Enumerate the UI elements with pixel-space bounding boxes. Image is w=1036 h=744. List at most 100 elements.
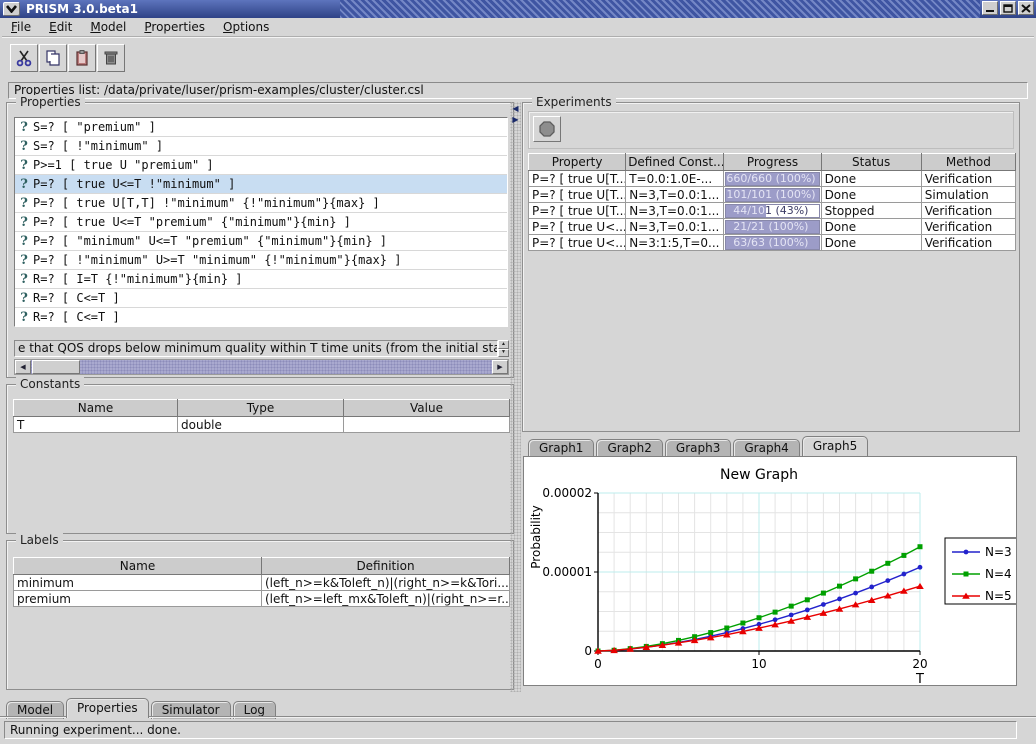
column-header[interactable]: Name (14, 400, 178, 417)
tab-graph3[interactable]: Graph3 (665, 439, 731, 457)
question-icon: ? (15, 120, 33, 135)
y-tick-label: 0.00002 (542, 486, 592, 500)
experiment-row[interactable]: P=? [ true U[T...N=3,T=0.0:1...44/101 (4… (529, 203, 1016, 219)
spinner-down-button[interactable]: ▼ (498, 349, 509, 358)
table-cell: T (14, 417, 178, 433)
property-comment[interactable]: e that QOS drops below minimum quality w… (14, 340, 498, 357)
labels-group: Labels NameDefinitionminimum(left_n>=k&T… (6, 540, 514, 690)
scrollbar-thumb[interactable] (32, 360, 80, 374)
property-list-item[interactable]: ?P>=1 [ true U "premium" ] (15, 156, 507, 175)
progress-cell: 63/63 (100%)63/63 (100%) (724, 235, 821, 251)
question-icon: ? (15, 272, 33, 287)
experiment-row[interactable]: P=? [ true U[T...T=0.0:1.0E-...660/660 (… (529, 171, 1016, 187)
menu-item-edit[interactable]: Edit (40, 19, 81, 35)
titlebar-stripes (340, 0, 980, 18)
horizontal-scrollbar[interactable]: ◀ ▶ (14, 359, 509, 375)
column-header[interactable]: Type (178, 400, 344, 417)
y-tick-label: 0.00001 (542, 565, 592, 579)
scroll-right-icon[interactable]: ▶ (492, 360, 508, 374)
properties-list[interactable]: ?S=? [ "premium" ]?S=? [ !"minimum" ]?P>… (14, 117, 508, 327)
column-header[interactable]: Defined Const... (626, 154, 724, 171)
progress-fill: 101/101 (100%) (726, 189, 818, 201)
method-cell: Verification (921, 219, 1015, 235)
property-list-item[interactable]: ?R=? [ I=T {!"minimum"}{min} ] (15, 270, 507, 289)
delete-button[interactable] (97, 44, 125, 72)
cut-button[interactable] (10, 44, 38, 72)
column-header[interactable]: Progress (724, 154, 821, 171)
tab-graph2[interactable]: Graph2 (596, 439, 662, 457)
progress-text: 21/21 (100%) (726, 221, 815, 233)
close-button[interactable] (1018, 1, 1034, 15)
maximize-button[interactable] (1000, 1, 1016, 15)
labels-table[interactable]: NameDefinitionminimum(left_n>=k&Toleft_n… (13, 557, 510, 607)
question-icon: ? (15, 253, 33, 268)
stop-experiment-button[interactable] (533, 116, 561, 142)
property-text: S=? [ "premium" ] (33, 120, 156, 134)
tab-properties[interactable]: Properties (66, 698, 149, 718)
comment-spinner: ▲ ▼ (498, 340, 509, 357)
menu-item-model[interactable]: Model (81, 19, 135, 35)
experiment-row[interactable]: P=? [ true U<...N=3:1:5,T=0...63/63 (100… (529, 235, 1016, 251)
constants-table[interactable]: NameTypeValueTdouble (13, 399, 510, 433)
view-tab-bar: ModelPropertiesSimulatorLog (6, 698, 278, 718)
column-header[interactable]: Definition (262, 558, 510, 575)
labels-group-title: Labels (16, 533, 63, 547)
experiment-row[interactable]: P=? [ true U<...N=3,T=0.0:1...21/21 (100… (529, 219, 1016, 235)
status-cell: Done (821, 171, 921, 187)
property-cell: P=? [ true U<... (529, 219, 626, 235)
property-cell: P=? [ true U[T... (529, 203, 626, 219)
table-row[interactable]: Tdouble (14, 417, 510, 433)
properties-group: Properties ?S=? [ "premium" ]?S=? [ !"mi… (6, 102, 514, 378)
table-row[interactable]: minimum(left_n>=k&Toleft_n)|(right_n>=k&… (14, 575, 510, 591)
progress-fill: 63/63 (100%) (726, 237, 818, 249)
spinner-up-button[interactable]: ▲ (498, 340, 509, 349)
property-text: R=? [ I=T {!"minimum"}{min} ] (33, 272, 243, 286)
status-cell: Done (821, 235, 921, 251)
property-list-item[interactable]: ?P=? [ "minimum" U<=T "premium" {"minimu… (15, 232, 507, 251)
property-list-item[interactable]: ?P=? [ true U<=T !"minimum" ] (15, 175, 507, 194)
property-list-item[interactable]: ?S=? [ !"minimum" ] (15, 137, 507, 156)
constants-cell: N=3,T=0.0:1... (626, 203, 724, 219)
splitter-collapse-right-icon[interactable]: ▶ (511, 115, 520, 125)
table-row[interactable]: premium(left_n>=left_mx&Toleft_n)|(right… (14, 591, 510, 607)
property-list-item[interactable]: ?R=? [ C<=T ] (15, 289, 507, 308)
menu-item-file[interactable]: File (2, 19, 40, 35)
prism-window: PRISM 3.0.beta1 FileEditModelPropertiesO… (0, 0, 1036, 744)
experiment-row[interactable]: P=? [ true U[T...N=3,T=0.0:1...101/101 (… (529, 187, 1016, 203)
close-icon (1021, 4, 1031, 13)
progress-cell: 44/101 (43%)44/101 (43%) (724, 203, 821, 219)
column-header[interactable]: Status (821, 154, 921, 171)
tab-graph4[interactable]: Graph4 (733, 439, 799, 457)
window-menu-button[interactable] (3, 2, 20, 16)
minimize-button[interactable] (982, 1, 998, 15)
column-header[interactable]: Value (344, 400, 510, 417)
title-bar[interactable]: PRISM 3.0.beta1 (0, 0, 1036, 18)
experiments-toolbar (528, 111, 1014, 149)
vertical-splitter[interactable]: ◀ ▶ (510, 102, 521, 692)
question-icon: ? (15, 196, 33, 211)
column-header[interactable]: Method (921, 154, 1015, 171)
window-title: PRISM 3.0.beta1 (26, 2, 138, 16)
property-list-item[interactable]: ?P=? [ true U<=T "premium" {"minimum"}{m… (15, 213, 507, 232)
property-list-item[interactable]: ?S=? [ "premium" ] (15, 118, 507, 137)
progress-text: 44/101 (43%) (726, 205, 766, 217)
menu-bar: FileEditModelPropertiesOptions (2, 18, 1034, 37)
tab-graph1[interactable]: Graph1 (528, 439, 594, 457)
menu-item-properties[interactable]: Properties (135, 19, 214, 35)
property-list-item[interactable]: ?R=? [ C<=T ] (15, 308, 507, 327)
column-header[interactable]: Property (529, 154, 626, 171)
experiments-table[interactable]: PropertyDefined Const...ProgressStatusMe… (528, 153, 1016, 251)
scroll-left-icon[interactable]: ◀ (15, 360, 31, 374)
paste-button[interactable] (68, 44, 96, 72)
progress-bar: 101/101 (100%)101/101 (100%) (725, 188, 819, 202)
property-list-item[interactable]: ?P=? [ !"minimum" U>=T "minimum" {!"mini… (15, 251, 507, 270)
copy-button[interactable] (39, 44, 67, 72)
column-header[interactable]: Name (14, 558, 262, 575)
line-chart[interactable]: 00.000010.0000201020New GraphTProbabilit… (524, 457, 1016, 685)
splitter-collapse-left-icon[interactable]: ◀ (511, 104, 520, 114)
progress-cell: 21/21 (100%)21/21 (100%) (724, 219, 821, 235)
tab-graph5[interactable]: Graph5 (802, 436, 868, 456)
property-list-item[interactable]: ?P=? [ true U[T,T] !"minimum" {!"minimum… (15, 194, 507, 213)
trash-icon (102, 49, 120, 67)
menu-item-options[interactable]: Options (214, 19, 278, 35)
